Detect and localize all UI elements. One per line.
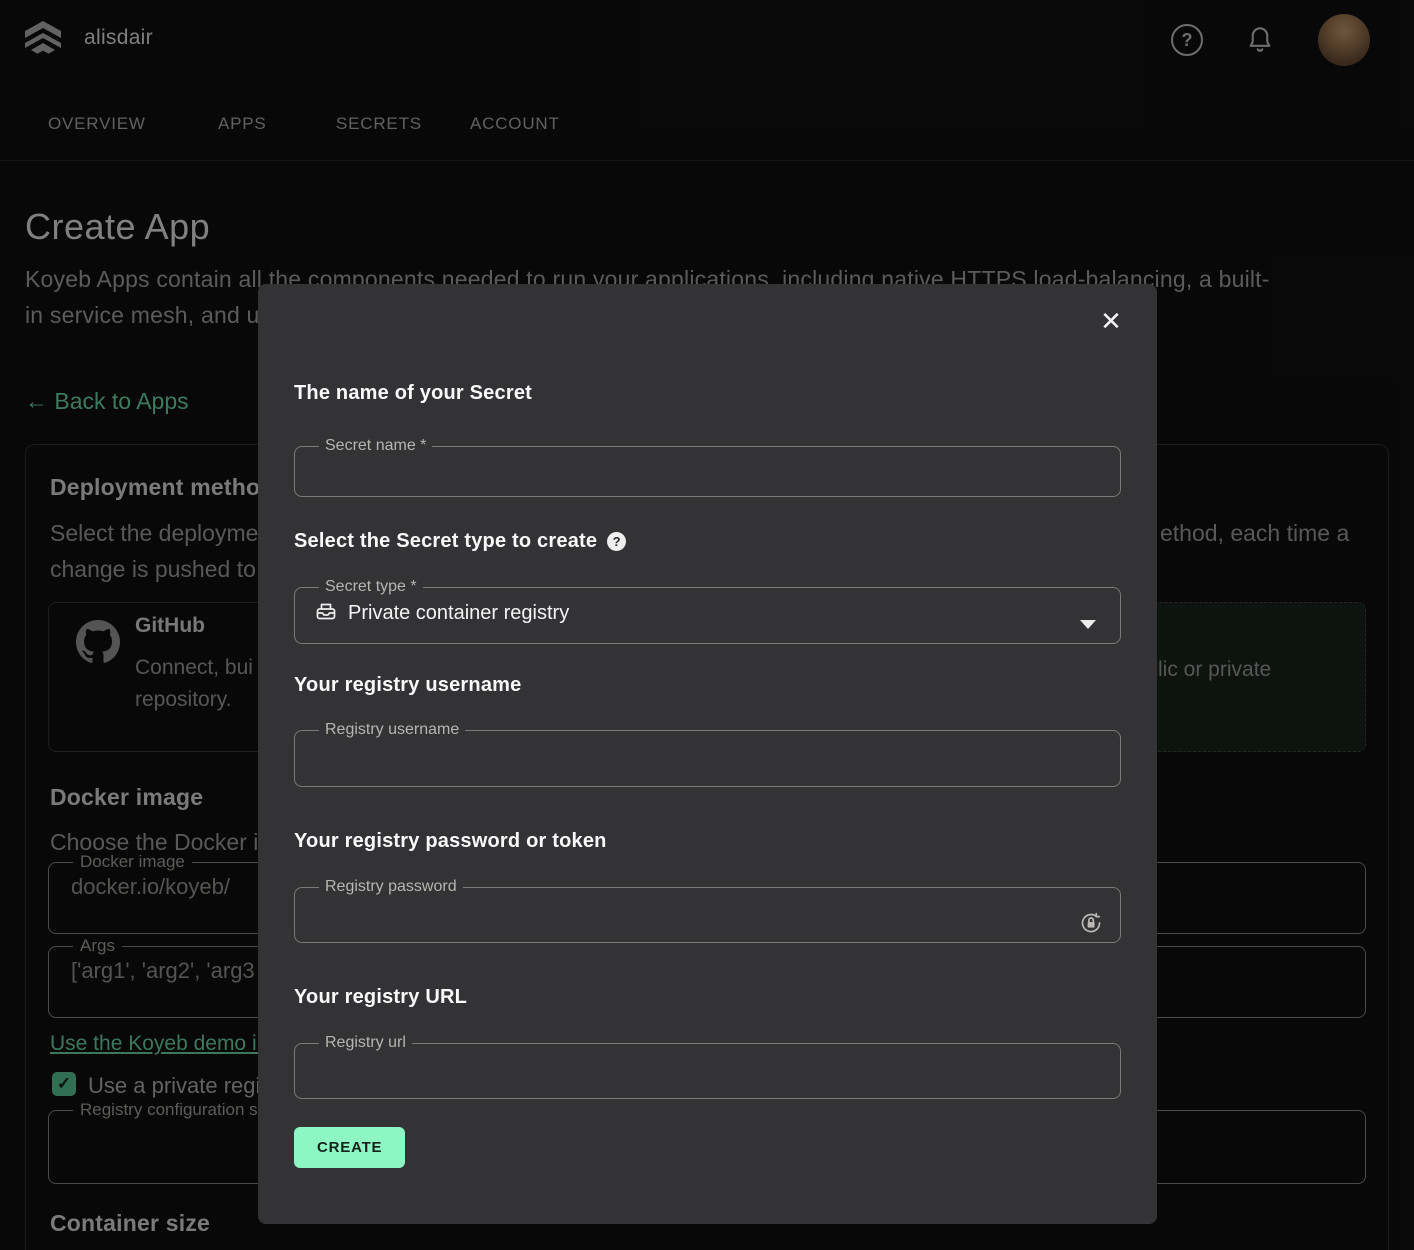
chevron-down-icon[interactable] <box>1080 620 1096 629</box>
registry-password-field[interactable]: Registry password <box>294 878 1121 943</box>
registry-url-label: Registry url <box>319 1034 412 1052</box>
container-registry-icon <box>315 600 337 627</box>
registry-username-heading-text: Your registry username <box>294 674 521 697</box>
secret-type-select[interactable]: Secret type * Private container registry <box>294 578 1121 644</box>
secret-name-field[interactable]: Secret name * <box>294 437 1121 497</box>
create-button[interactable]: CREATE <box>294 1127 405 1168</box>
secret-name-heading: The name of your Secret <box>294 382 532 405</box>
close-icon[interactable]: ✕ <box>1096 306 1126 336</box>
registry-url-field[interactable]: Registry url <box>294 1034 1121 1099</box>
registry-password-input[interactable] <box>311 896 1104 926</box>
registry-username-field[interactable]: Registry username <box>294 721 1121 787</box>
registry-password-heading: Your registry password or token <box>294 830 607 853</box>
create-secret-modal: ✕ The name of your Secret Secret name * … <box>258 284 1157 1224</box>
secret-type-value: Private container registry <box>348 602 569 625</box>
registry-password-label: Registry password <box>319 878 463 896</box>
password-lock-refresh-icon[interactable] <box>1078 910 1104 941</box>
secret-name-label: Secret name * <box>319 437 432 455</box>
secret-name-input[interactable] <box>311 455 1104 485</box>
secret-name-heading-text: The name of your Secret <box>294 382 532 405</box>
secret-type-heading: Select the Secret type to create ? <box>294 530 626 553</box>
registry-username-heading: Your registry username <box>294 674 521 697</box>
registry-username-label: Registry username <box>319 721 465 739</box>
registry-url-heading: Your registry URL <box>294 986 467 1009</box>
registry-username-input[interactable] <box>311 739 1104 769</box>
registry-password-heading-text: Your registry password or token <box>294 830 607 853</box>
registry-url-input[interactable] <box>311 1052 1104 1082</box>
help-icon[interactable]: ? <box>607 532 626 551</box>
secret-type-heading-text: Select the Secret type to create <box>294 530 597 553</box>
secret-type-label: Secret type * <box>319 578 423 596</box>
registry-url-heading-text: Your registry URL <box>294 986 467 1009</box>
koyeb-dashboard: alisdair ? OVERVIEW APPS SECRETS ACCOUNT… <box>0 0 1414 1250</box>
